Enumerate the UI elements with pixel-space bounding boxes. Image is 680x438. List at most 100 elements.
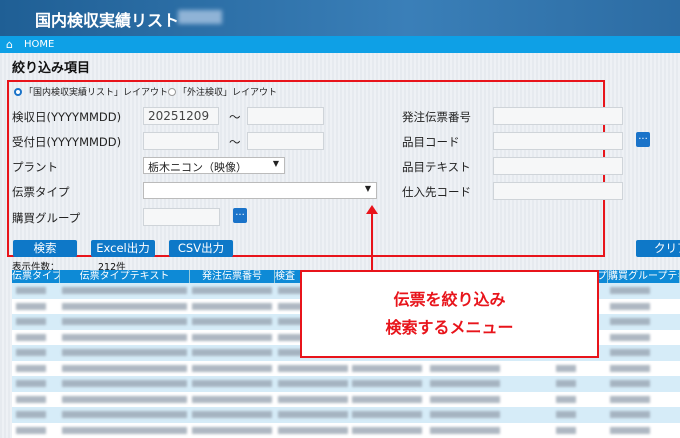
table-row[interactable]	[12, 392, 680, 408]
redacted-cell	[278, 427, 348, 434]
redacted-cell	[278, 396, 348, 403]
redacted-cell	[610, 303, 650, 310]
redacted-cell	[430, 365, 500, 372]
plant-select[interactable]: 栃木ニコン（映像） ▼	[143, 157, 285, 174]
redacted-cell	[610, 349, 650, 356]
radio-label: 「国内検収実績リスト」レイアウト	[24, 88, 168, 98]
excel-export-button[interactable]: Excel出力	[91, 240, 155, 257]
redacted-cell	[192, 365, 272, 372]
table-row[interactable]	[12, 407, 680, 423]
redacted-cell	[16, 287, 46, 294]
redacted-cell	[62, 303, 187, 310]
supplier-code-label: 仕入先コード	[402, 184, 471, 200]
nav-bar: ⌂ HOME	[0, 36, 680, 53]
redacted-cell	[62, 365, 187, 372]
redacted-cell	[62, 396, 187, 403]
inspection-date-from[interactable]: 20251209	[143, 107, 219, 125]
redacted-cell	[62, 349, 187, 356]
redacted-cell	[352, 365, 422, 372]
redacted-cell	[16, 365, 46, 372]
redacted-cell	[352, 411, 422, 418]
po-number-input[interactable]	[493, 107, 623, 125]
col-po-number[interactable]: 発注伝票番号	[190, 270, 275, 283]
redacted-cell	[610, 380, 650, 387]
redacted-cell	[192, 380, 272, 387]
redacted-cell	[610, 365, 650, 372]
redacted-cell	[192, 318, 272, 325]
redacted-cell	[62, 411, 187, 418]
redacted-cell	[62, 287, 187, 294]
dropdown-arrow-icon: ▼	[365, 184, 371, 193]
callout-arrow	[371, 212, 373, 270]
home-icon[interactable]: ⌂	[6, 38, 13, 51]
table-row[interactable]	[12, 361, 680, 377]
receipt-date-label: 受付日(YYYYMMDD)	[12, 134, 121, 150]
redacted-cell	[610, 318, 650, 325]
redacted-cell	[62, 427, 187, 434]
redacted-cell	[430, 411, 500, 418]
slip-type-select[interactable]: ▼	[143, 182, 377, 199]
item-code-label: 品目コード	[402, 134, 460, 150]
radio-icon	[168, 88, 176, 96]
redacted-cell	[278, 411, 348, 418]
callout-arrowhead	[366, 205, 378, 214]
receipt-date-from[interactable]	[143, 132, 219, 150]
redacted-cell	[192, 287, 272, 294]
redacted-cell	[16, 318, 46, 325]
supplier-code-input[interactable]	[493, 182, 623, 200]
slip-type-label: 伝票タイプ	[12, 184, 70, 200]
redacted-cell	[430, 396, 500, 403]
redacted-cell	[610, 427, 650, 434]
redacted-cell	[16, 380, 46, 387]
annotation-callout: 伝票を絞り込み 検索するメニュー	[300, 270, 599, 358]
redacted-cell	[610, 396, 650, 403]
redacted-cell	[556, 365, 576, 372]
purchasing-group-input[interactable]	[143, 208, 220, 226]
purchasing-group-lookup-button[interactable]: ...	[233, 208, 247, 223]
redacted-cell	[610, 334, 650, 341]
redacted-cell	[352, 396, 422, 403]
redacted-cell	[352, 380, 422, 387]
redacted-cell	[62, 318, 187, 325]
search-button[interactable]: 検索	[13, 240, 77, 257]
plant-label: プラント	[12, 159, 58, 175]
item-code-input[interactable]	[493, 132, 623, 150]
col-purchasing-group-text[interactable]: 購買グループテキスト	[608, 270, 680, 283]
redacted-cell	[556, 411, 576, 418]
redacted-cell	[192, 411, 272, 418]
col-slip-type[interactable]: 伝票タイプ	[12, 270, 60, 283]
radio-icon	[14, 88, 22, 96]
radio-domestic-layout[interactable]: 「国内検収実績リスト」レイアウト	[14, 85, 168, 98]
redacted-cell	[610, 411, 650, 418]
item-text-input[interactable]	[493, 157, 623, 175]
callout-line-2: 検索するメニュー	[302, 314, 597, 342]
table-row[interactable]	[12, 376, 680, 392]
inspection-date-to[interactable]	[247, 107, 324, 125]
redacted-cell	[62, 334, 187, 341]
redacted-cell	[192, 349, 272, 356]
po-number-label: 発注伝票番号	[402, 109, 471, 125]
redacted-cell	[16, 334, 46, 341]
redacted-cell	[556, 427, 576, 434]
range-separator: ～	[229, 109, 241, 125]
col-slip-type-text[interactable]: 伝票タイプテキスト	[60, 270, 190, 283]
app-title: 国内検収実績リスト	[35, 7, 179, 31]
item-code-lookup-button[interactable]: ...	[636, 132, 650, 147]
callout-line-1: 伝票を絞り込み	[302, 286, 597, 314]
redacted-cell	[430, 427, 500, 434]
plant-value: 栃木ニコン（映像）	[148, 161, 247, 174]
redacted-cell	[556, 396, 576, 403]
inspection-date-label: 検収日(YYYYMMDD)	[12, 109, 121, 125]
redacted-cell	[278, 365, 348, 372]
redacted-cell	[16, 411, 46, 418]
dropdown-arrow-icon: ▼	[273, 159, 279, 168]
redacted-cell	[192, 334, 272, 341]
receipt-date-to[interactable]	[247, 132, 324, 150]
radio-outsourced-layout[interactable]: 「外注検収」レイアウト	[168, 85, 277, 98]
csv-export-button[interactable]: CSV出力	[169, 240, 233, 257]
page-title: 絞り込み項目	[12, 57, 90, 76]
app-header: 国内検収実績リスト	[0, 0, 680, 36]
clear-button[interactable]: クリア	[636, 240, 680, 257]
table-row[interactable]	[12, 423, 680, 438]
home-link[interactable]: HOME	[24, 39, 54, 50]
